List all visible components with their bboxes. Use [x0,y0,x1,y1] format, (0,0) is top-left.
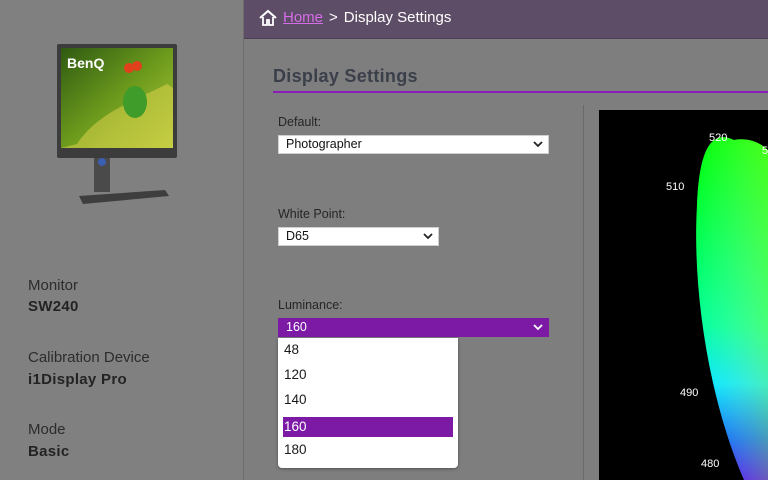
wavelength-label: 510 [666,181,684,193]
sidebar: BenQ Monitor SW240 Calibration Device i1… [0,0,244,480]
white-point-select-value: D65 [286,229,309,243]
main-panel: Display Settings Default: Photographer W… [244,39,768,480]
mode-value: Basic [28,443,70,460]
luminance-dropdown-list: 48 120 140 160 180 [278,338,458,468]
luminance-option-selected[interactable]: 160 [283,417,453,437]
luminance-select-value: 160 [286,320,307,334]
breadcrumb-separator: > [329,9,338,26]
breadcrumb: Home > Display Settings [283,9,451,26]
mode-label: Mode [28,421,66,438]
column-divider [583,105,584,480]
home-icon[interactable] [258,8,278,28]
chevron-down-icon [423,233,433,240]
calibration-device-value: i1Display Pro [28,371,127,388]
luminance-option[interactable]: 140 [283,390,453,410]
default-select[interactable]: Photographer [278,135,549,154]
default-label: Default: [278,115,322,129]
white-point-select[interactable]: D65 [278,227,439,246]
luminance-option[interactable]: 120 [283,365,453,385]
wavelength-label: 490 [680,387,698,399]
breadcrumb-home-link[interactable]: Home [283,9,323,26]
chromaticity-diagram: 520 5 510 490 480 [599,110,768,480]
luminance-option[interactable]: 180 [283,440,453,460]
top-bar: Home > Display Settings [244,0,768,39]
monitor-label: Monitor [28,277,79,294]
default-select-value: Photographer [286,137,362,151]
luminance-option[interactable]: 48 [283,340,453,360]
monitor-value: SW240 [28,298,79,315]
brand-logo: BenQ [67,55,104,71]
luminance-select[interactable]: 160 [278,318,549,337]
breadcrumb-current: Display Settings [343,9,452,26]
wavelength-label: 5 [762,145,768,157]
luminance-label: Luminance: [278,298,343,312]
chevron-down-icon [533,141,543,148]
wavelength-label: 520 [709,132,727,144]
calibration-device-label: Calibration Device [28,349,150,366]
chevron-down-icon [533,324,543,331]
white-point-label: White Point: [278,207,346,221]
page-title: Display Settings [273,66,418,86]
title-divider [273,91,768,93]
monitor-image: BenQ [57,44,177,204]
wavelength-label: 480 [701,458,719,470]
